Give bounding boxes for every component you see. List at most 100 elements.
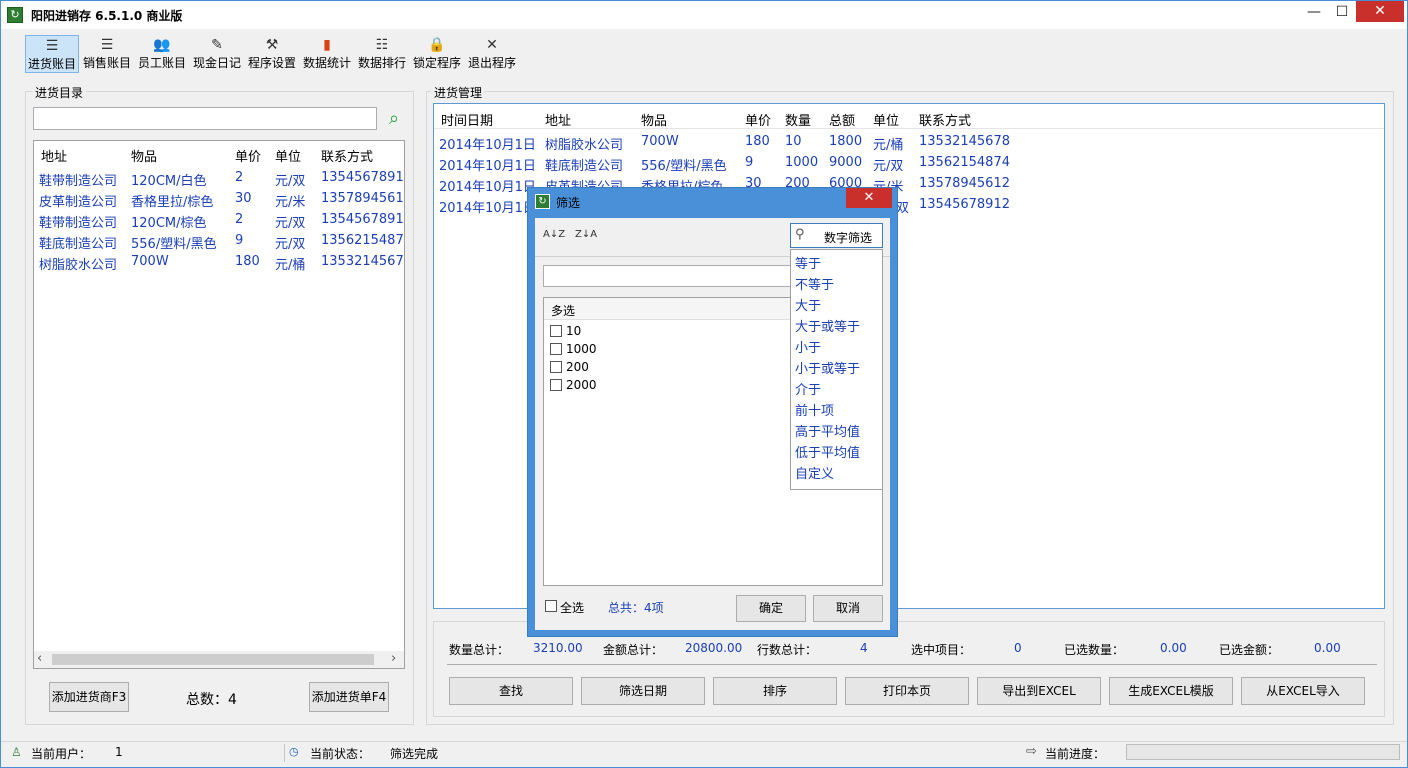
table-cell[interactable]: 元/双 <box>275 170 319 189</box>
sort-descending-icon[interactable]: Z↓A <box>575 224 597 246</box>
table-cell[interactable]: 2014年10月1日 <box>439 134 541 153</box>
column-header[interactable]: 地址 <box>545 110 571 129</box>
table-cell[interactable]: 13545678912 <box>321 170 404 185</box>
ok-button[interactable]: 确定 <box>736 595 806 622</box>
table-cell[interactable]: 元/双 <box>275 233 319 252</box>
table-cell[interactable]: 树脂胶水公司 <box>39 254 129 273</box>
table-cell[interactable]: 556/塑料/黑色 <box>641 155 743 174</box>
toolbar-statistics[interactable]: ▮ 数据统计 <box>300 35 354 73</box>
table-cell[interactable]: 鞋带制造公司 <box>39 212 129 231</box>
table-cell[interactable]: 2 <box>235 212 273 227</box>
table-cell[interactable]: 13578945612 <box>919 176 1019 191</box>
table-cell[interactable]: 9000 <box>829 155 871 170</box>
table-cell[interactable]: 皮革制造公司 <box>39 191 129 210</box>
import-excel-button[interactable]: 从EXCEL导入 <box>1241 677 1365 705</box>
dialog-close-button[interactable]: ✕ <box>846 188 892 208</box>
table-cell[interactable]: 鞋底制造公司 <box>39 233 129 252</box>
select-all-label[interactable]: 全选 <box>560 599 584 616</box>
table-cell[interactable]: 556/塑料/黑色 <box>131 233 233 252</box>
filter-date-button[interactable]: 筛选日期 <box>581 677 705 705</box>
table-cell[interactable]: 13545678912 <box>919 197 1019 212</box>
table-cell[interactable]: 1000 <box>785 155 827 170</box>
table-cell[interactable]: 120CM/棕色 <box>131 212 233 231</box>
table-cell[interactable]: 2014年10月1日 <box>439 176 541 195</box>
filter-search-input[interactable] <box>543 265 793 287</box>
search-icon[interactable]: ⌕ <box>384 109 404 129</box>
column-header[interactable]: 物品 <box>131 146 157 165</box>
menu-item-greater-or-equal[interactable]: 大于或等于 <box>795 316 860 335</box>
maximize-button[interactable]: ☐ <box>1327 1 1357 23</box>
sort-ascending-icon[interactable]: A↓Z <box>543 224 565 246</box>
add-supplier-button[interactable]: 添加进货商F3 <box>49 682 129 712</box>
toolbar-ranking[interactable]: ☷ 数据排行 <box>355 35 409 73</box>
menu-item-top-ten[interactable]: 前十项 <box>795 400 834 419</box>
menu-item-custom[interactable]: 自定义 <box>795 463 834 482</box>
table-cell[interactable]: 2014年10月1日 <box>439 155 541 174</box>
value-label[interactable]: 2000 <box>566 378 597 392</box>
value-checkbox[interactable] <box>550 343 562 355</box>
menu-item-less-or-equal[interactable]: 小于或等于 <box>795 358 860 377</box>
table-cell[interactable]: 30 <box>235 191 273 206</box>
export-excel-button[interactable]: 导出到EXCEL <box>977 677 1101 705</box>
table-cell[interactable]: 元/双 <box>275 212 319 231</box>
table-cell[interactable]: 双 <box>896 197 917 216</box>
table-cell[interactable]: 9 <box>745 155 783 170</box>
column-header[interactable]: 单价 <box>745 110 771 129</box>
table-cell[interactable]: 120CM/白色 <box>131 170 233 189</box>
table-cell[interactable]: 鞋底制造公司 <box>545 155 639 174</box>
catalog-search-input[interactable] <box>33 107 377 130</box>
horizontal-scrollbar[interactable]: ‹ › <box>34 651 404 668</box>
table-cell[interactable]: 1800 <box>829 134 871 149</box>
value-label[interactable]: 10 <box>566 324 581 338</box>
toolbar-purchase-ledger[interactable]: ☰ 进货账目 <box>25 35 79 73</box>
select-all-checkbox[interactable] <box>545 600 557 612</box>
table-cell[interactable]: 13578945612 <box>321 191 404 206</box>
column-header[interactable]: 单位 <box>873 110 899 129</box>
table-cell[interactable]: 13545678912 <box>321 212 404 227</box>
table-cell[interactable]: 元/双 <box>873 155 917 174</box>
toolbar-exit[interactable]: ✕ 退出程序 <box>465 35 519 73</box>
table-cell[interactable]: 香格里拉/棕色 <box>131 191 233 210</box>
print-page-button[interactable]: 打印本页 <box>845 677 969 705</box>
table-cell[interactable]: 180 <box>745 134 783 149</box>
value-checkbox[interactable] <box>550 361 562 373</box>
table-cell[interactable]: 13562154874 <box>919 155 1019 170</box>
menu-item-between[interactable]: 介于 <box>795 379 821 398</box>
menu-item-below-average[interactable]: 低于平均值 <box>795 442 860 461</box>
menu-item-above-average[interactable]: 高于平均值 <box>795 421 860 440</box>
table-cell[interactable]: 13532145678 <box>321 254 404 269</box>
value-checkbox[interactable] <box>550 379 562 391</box>
menu-item-greater-than[interactable]: 大于 <box>795 295 821 314</box>
column-header[interactable]: 地址 <box>41 146 67 165</box>
value-label[interactable]: 200 <box>566 360 589 374</box>
table-cell[interactable]: 9 <box>235 233 273 248</box>
generate-excel-template-button[interactable]: 生成EXCEL模版 <box>1109 677 1233 705</box>
table-cell[interactable]: 树脂胶水公司 <box>545 134 639 153</box>
scroll-right-icon[interactable]: › <box>391 651 396 666</box>
menu-item-not-equals[interactable]: 不等于 <box>795 274 834 293</box>
column-header[interactable]: 联系方式 <box>919 110 971 129</box>
table-cell[interactable]: 700W <box>641 134 743 149</box>
add-purchase-order-button[interactable]: 添加进货单F4 <box>309 682 389 712</box>
table-cell[interactable]: 10 <box>785 134 827 149</box>
toolbar-staff-ledger[interactable]: 👥 员工账目 <box>135 35 189 73</box>
table-cell[interactable]: 元/桶 <box>873 134 917 153</box>
column-header[interactable]: 数量 <box>785 110 811 129</box>
table-cell[interactable]: 13532145678 <box>919 134 1019 149</box>
find-button[interactable]: 查找 <box>449 677 573 705</box>
toolbar-cash-diary[interactable]: ✎ 现金日记 <box>190 35 244 73</box>
scrollbar-thumb[interactable] <box>52 654 374 665</box>
sort-button[interactable]: 排序 <box>713 677 837 705</box>
table-cell[interactable]: 鞋带制造公司 <box>39 170 129 189</box>
scroll-left-icon[interactable]: ‹ <box>37 651 42 666</box>
table-cell[interactable]: 元/米 <box>275 191 319 210</box>
table-cell[interactable]: 13562154874 <box>321 233 404 248</box>
toolbar-settings[interactable]: ⚒ 程序设置 <box>245 35 299 73</box>
table-cell[interactable]: 2 <box>235 170 273 185</box>
column-header[interactable]: 联系方式 <box>321 146 373 165</box>
column-header[interactable]: 单价 <box>235 146 261 165</box>
cancel-button[interactable]: 取消 <box>813 595 883 622</box>
table-cell[interactable]: 元/桶 <box>275 254 319 273</box>
table-cell[interactable]: 180 <box>235 254 273 269</box>
close-button[interactable]: ✕ <box>1356 1 1404 22</box>
